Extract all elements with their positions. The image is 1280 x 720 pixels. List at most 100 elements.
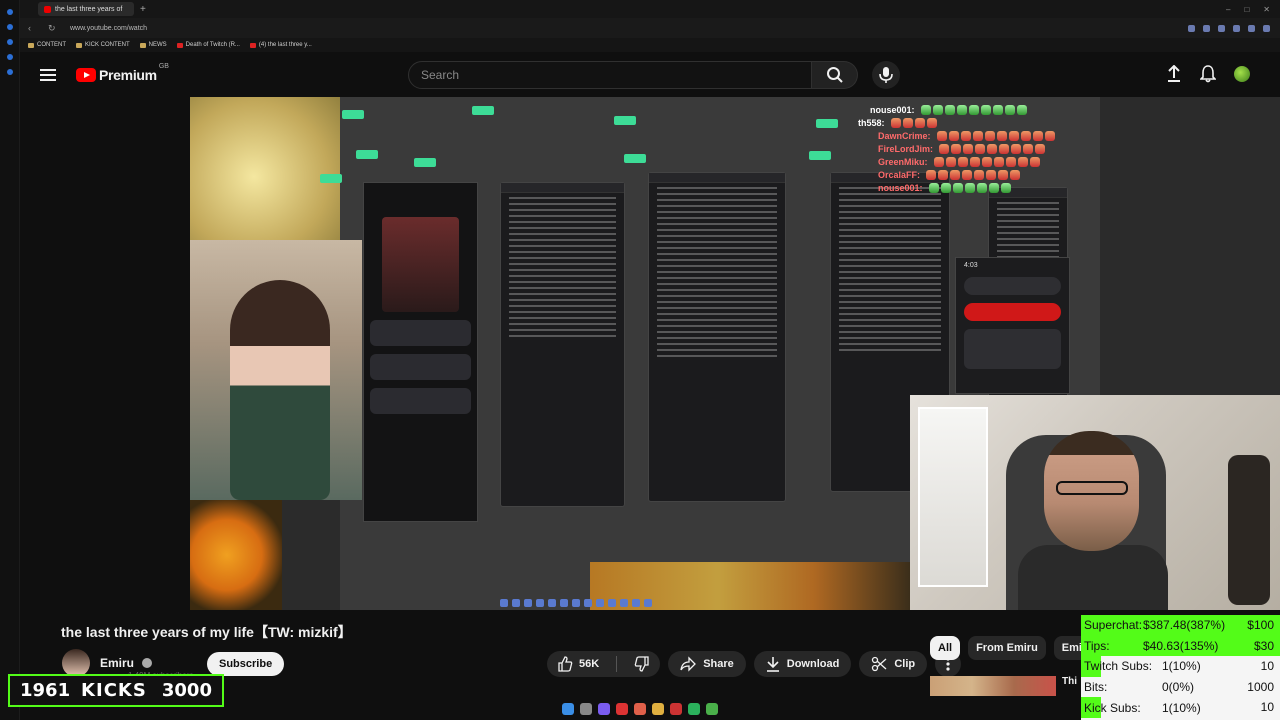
video-title: the last three years of my life【TW: mizk… (61, 624, 352, 640)
voice-search-button[interactable] (872, 61, 900, 89)
extension-icon[interactable] (1248, 24, 1255, 32)
video-background (190, 500, 282, 610)
scissors-icon (872, 656, 887, 672)
search-icon (826, 67, 843, 83)
browser-sidebar (0, 0, 20, 720)
sidebar-icon[interactable] (6, 24, 13, 30)
goal-row-bits: Bits: 0(0%) 1000 (1084, 679, 1274, 695)
sidebar-icon[interactable] (6, 69, 13, 75)
bookmark-item[interactable]: CONTENT (28, 42, 66, 48)
folder-icon (139, 42, 146, 48)
clip-label: Clip (894, 658, 916, 670)
url-text[interactable]: www.youtube.com/watch (70, 25, 147, 32)
kicks-current: 1961 (20, 680, 71, 701)
app-icon[interactable] (706, 703, 718, 715)
download-button[interactable]: Download (753, 651, 852, 677)
folder-icon (76, 42, 82, 48)
subscribe-button[interactable]: Subscribe (207, 652, 285, 676)
youtube-header: Premium GB Search (20, 52, 1280, 98)
address-bar: ‹ ↻ www.youtube.com/watch (20, 18, 1280, 38)
microphone-icon (879, 67, 893, 83)
video-actions: 56K Share Download Clip (547, 651, 962, 677)
close-icon[interactable]: ✕ (1263, 5, 1270, 14)
window-controls: – □ ✕ (1226, 5, 1280, 14)
like-dislike-group: 56K (547, 651, 661, 677)
verified-icon (142, 657, 153, 668)
browser-tab[interactable]: the last three years of (38, 2, 134, 16)
youtube-logo[interactable]: Premium GB (76, 63, 169, 83)
recommended-video-thumbnail[interactable] (930, 676, 1056, 696)
folder-icon[interactable] (652, 703, 664, 715)
goal-row-tips: Tips: $40.63(135%) $30 (1081, 635, 1280, 657)
bookmark-item[interactable]: (4) the last three y... (249, 42, 312, 48)
download-icon (766, 657, 779, 672)
search-icon[interactable] (580, 703, 592, 715)
goal-row-superchat: Superchat: $387.48(387%) $100 (1081, 615, 1280, 636)
channel-avatar[interactable] (62, 649, 90, 677)
share-button[interactable]: Share (668, 651, 746, 677)
folder-icon (28, 42, 34, 48)
clip-button[interactable]: Clip (859, 651, 928, 677)
extension-icon[interactable] (1203, 24, 1210, 32)
app-icon[interactable] (688, 703, 700, 715)
video-taskbar (500, 597, 800, 609)
bookmark-item[interactable]: Death of Twitch (R... (176, 42, 240, 48)
recommendation-filters: All From Emiru Emiru (930, 636, 1101, 660)
back-icon[interactable]: ‹ (28, 23, 40, 33)
kicks-label: KICKS (81, 680, 147, 701)
logo-text: Premium (99, 67, 157, 83)
search-button[interactable] (812, 61, 858, 89)
tab-title: the last three years of (55, 5, 123, 13)
bookmark-item[interactable]: NEWS (139, 42, 167, 48)
like-button[interactable]: 56K (547, 651, 609, 677)
kicks-goal: 3000 (161, 680, 212, 701)
header-actions (1166, 65, 1250, 83)
app-icon[interactable] (670, 703, 682, 715)
sidebar-icon[interactable] (6, 54, 13, 60)
goal-row-twitch-subs: Twitch Subs: 1(10%) 10 (1081, 656, 1280, 677)
menu-icon[interactable] (40, 69, 56, 81)
region-code: GB (158, 63, 169, 70)
recommended-video-title[interactable]: Thi (1062, 676, 1077, 687)
search-input[interactable]: Search (408, 61, 812, 89)
browser-tab-bar: the last three years of + – □ ✕ (20, 0, 1280, 18)
notifications-bell-icon[interactable] (1200, 65, 1216, 83)
reactor-facecam (910, 395, 1280, 610)
goal-row-kick-subs: Kick Subs: 1(10%) 10 (1081, 697, 1280, 718)
sidebar-icon[interactable] (6, 39, 13, 45)
maximize-icon[interactable]: □ (1244, 5, 1249, 14)
chip-from-emiru[interactable]: From Emiru (968, 636, 1046, 660)
like-count: 56K (579, 658, 600, 670)
streamer-webcam (190, 240, 362, 500)
extension-icon[interactable] (1188, 24, 1195, 32)
chat-overlay: nouse001: th558: DawnCrime: FireLordJim:… (858, 102, 1098, 242)
thumbs-down-icon (634, 656, 649, 672)
phone-clock: 4:03 (964, 262, 978, 269)
video-player[interactable]: nouse001: th558: DawnCrime: FireLordJim:… (190, 97, 1280, 610)
app-icon[interactable] (598, 703, 610, 715)
new-tab-icon[interactable]: + (140, 4, 146, 15)
app-icon[interactable] (634, 703, 646, 715)
youtube-play-icon (76, 68, 96, 82)
share-icon (680, 656, 697, 672)
app-icon[interactable] (616, 703, 628, 715)
sidebar-icon[interactable] (6, 9, 13, 15)
chip-all[interactable]: All (930, 636, 961, 660)
youtube-favicon-icon (176, 42, 183, 48)
start-icon[interactable] (562, 703, 574, 715)
bookmark-item[interactable]: KICK CONTENT (76, 42, 130, 48)
os-taskbar (540, 700, 740, 718)
video-background (190, 97, 350, 242)
dislike-button[interactable] (624, 651, 660, 677)
extension-icon[interactable] (1263, 24, 1270, 32)
extensions (1188, 24, 1280, 32)
account-avatar[interactable] (1234, 66, 1250, 82)
extension-icon[interactable] (1233, 24, 1240, 32)
extension-icon[interactable] (1218, 24, 1225, 32)
download-label: Download (786, 658, 840, 670)
reload-icon[interactable]: ↻ (48, 23, 60, 34)
channel-name[interactable]: Emiru (100, 656, 134, 670)
upload-icon[interactable] (1166, 65, 1182, 83)
minimize-icon[interactable]: – (1226, 5, 1230, 14)
thumbs-up-icon (558, 656, 573, 672)
